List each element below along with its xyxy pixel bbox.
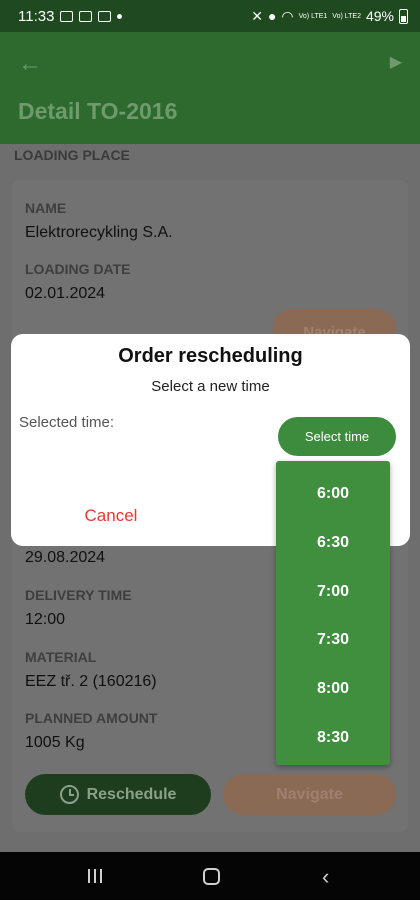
planned-amount-label: PLANNED AMOUNT: [25, 710, 158, 726]
system-nav-bar: ‹: [0, 852, 420, 900]
play-icon[interactable]: ▶: [390, 52, 402, 72]
status-left: 11:33: [18, 7, 123, 25]
section-label-loading-place: LOADING PLACE: [14, 147, 130, 163]
time-option-0830[interactable]: 8:30: [276, 723, 390, 753]
location-icon: ●: [267, 8, 277, 24]
navigate-delivery-label: Navigate: [276, 785, 343, 803]
selected-time-label: Selected time:: [19, 414, 115, 431]
home-icon[interactable]: [203, 868, 220, 885]
mute-icon: ✕: [251, 7, 263, 24]
more-notifications-icon: [117, 13, 123, 19]
loading-date-label: LOADING DATE: [25, 261, 131, 277]
back-icon[interactable]: ‹: [322, 864, 329, 890]
dialog-title: Order rescheduling: [118, 345, 303, 367]
time-dropdown: 6:00 6:30 7:00 7:30 8:00 8:30: [276, 461, 390, 765]
recents-icon[interactable]: [88, 869, 102, 883]
reschedule-button[interactable]: Reschedule: [25, 774, 211, 815]
time-option-0700[interactable]: 7:00: [276, 577, 390, 607]
battery-icon: [399, 8, 408, 24]
arrow-left-icon[interactable]: ←: [18, 50, 42, 78]
delivery-time-label: DELIVERY TIME: [25, 587, 132, 603]
time-option-0730[interactable]: 7:30: [276, 625, 390, 655]
cancel-button[interactable]: Cancel: [51, 506, 171, 526]
clock-icon: [59, 785, 79, 804]
image-notification-icon: [60, 10, 74, 22]
network-1-label: Vo) LTE1: [298, 12, 328, 20]
page-title: Detail TO-2016: [18, 98, 178, 124]
time-option-0800[interactable]: 8:00: [276, 674, 390, 704]
status-bar: 11:33 ✕ ● ◠ Vo) LTE1 Vo) LTE2 49%: [0, 0, 420, 32]
select-time-button[interactable]: Select time: [278, 417, 396, 456]
delivery-time-value: 12:00: [25, 611, 66, 628]
name-value: Elektrorecykling S.A.: [25, 224, 173, 241]
delivery-date-value: 29.08.2024: [25, 549, 106, 566]
time-option-0600[interactable]: 6:00: [276, 479, 390, 509]
app-bar: ← ▶ Detail TO-2016: [0, 32, 420, 144]
material-label: MATERIAL: [25, 649, 97, 665]
name-label: NAME: [25, 200, 67, 216]
network-2-label: Vo) LTE2: [332, 12, 361, 20]
reschedule-label: Reschedule: [86, 785, 177, 803]
planned-amount-value: 1005 Kg: [25, 734, 85, 751]
status-time: 11:33: [18, 7, 55, 25]
loading-date-value: 02.01.2024: [25, 285, 106, 302]
wifi-icon: ◠: [281, 7, 294, 24]
select-time-label: Select time: [304, 429, 370, 444]
battery-percent: 49%: [365, 8, 394, 24]
status-right: ✕ ● ◠ Vo) LTE1 Vo) LTE2 49%: [251, 8, 408, 25]
media-notification-icon: [79, 10, 93, 22]
navigate-delivery-button[interactable]: Navigate: [223, 774, 396, 815]
dialog-subtitle: Select a new time: [151, 378, 270, 395]
material-value: EEZ tř. 2 (160216): [25, 673, 157, 690]
time-option-0630[interactable]: 6:30: [276, 528, 390, 558]
gmail-notification-icon: [98, 10, 112, 22]
